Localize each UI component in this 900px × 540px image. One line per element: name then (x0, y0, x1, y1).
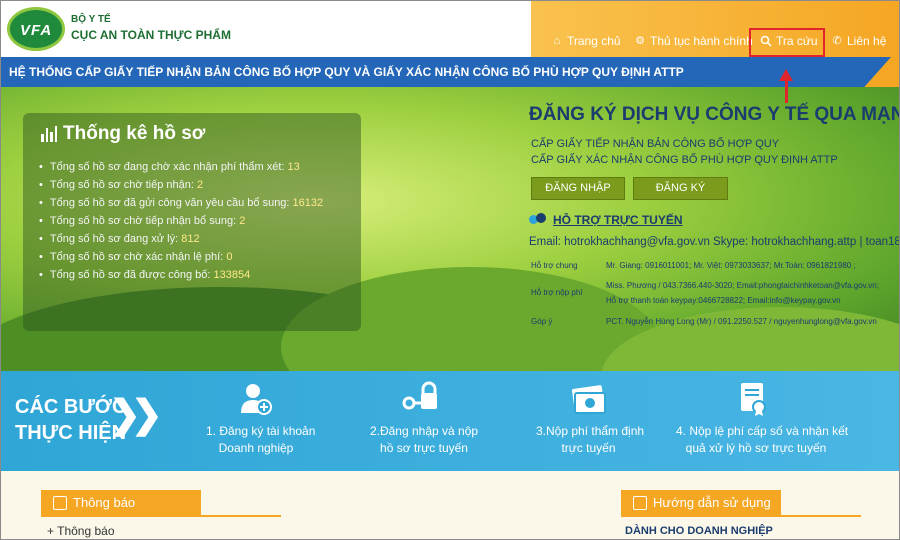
guide-tab[interactable]: Hướng dẫn sử dụng (621, 490, 781, 516)
stat-label: Tổng số hồ sơ đang xử lý: (49, 233, 179, 245)
step-3-line-1: 3.Nộp phí thẩm định (536, 424, 645, 438)
step-2-line-1: 2.Đăng nhập và nộp (369, 424, 479, 438)
step-3-line-2: trực tuyến (561, 441, 616, 455)
stat-value: 133854 (213, 269, 251, 281)
money-icon (569, 381, 606, 417)
stat-label: Tổng số hồ sơ chờ tiếp nhận bổ sung: (49, 215, 237, 227)
certificate-icon (735, 381, 771, 417)
step-1-label[interactable]: 1. Đăng ký tài khoản Doanh nghiệp (206, 423, 316, 457)
logo-text: VFA (20, 22, 53, 39)
step-3-label[interactable]: 3.Nộp phí thẩm định trực tuyến (536, 423, 645, 457)
notice-tab[interactable]: Thông báo (41, 490, 201, 516)
register-title: ĐĂNG KÝ DỊCH VỤ CÔNG Y TẾ QUA MẠNG (529, 104, 900, 125)
org-name: CỤC AN TOÀN THỰC PHẨM (71, 28, 231, 42)
register-line-1: CẤP GIẤY TIẾP NHẬN BẢN CÔNG BỐ HỢP QUY (531, 138, 780, 150)
lookup-highlight-box (749, 28, 825, 57)
step-1-line-1: 1. Đăng ký tài khoản (206, 424, 316, 438)
step-4-line-1: 4. Nộp lệ phí cấp số và nhận kết (676, 424, 849, 438)
step-1-line-2: Doanh nghiệp (218, 441, 294, 455)
support-title-link[interactable]: HỖ TRỢ TRỰC TUYẾN (529, 213, 683, 227)
stat-item: Tổng số hồ sơ đang xử lý: 812 (39, 230, 323, 248)
support-people-icon (529, 213, 549, 227)
nav-home-label: Trang chủ (567, 34, 621, 48)
guide-icon (633, 496, 647, 510)
stats-title: Thống kê hồ sơ (41, 123, 205, 145)
notice-tab-label: Thông báo (73, 495, 136, 510)
stat-item: Tổng số hồ sơ chờ tiếp nhận: 2 (39, 176, 323, 194)
support-label-general: Hỗ trợ chung (531, 261, 578, 270)
stat-item: Tổng số hồ sơ chờ tiếp nhận bổ sung: 2 (39, 212, 323, 230)
stat-label: Tổng số hồ sơ chờ tiếp nhận: (49, 179, 194, 191)
support-value-fee-2: Hỗ trợ thanh toán keypay:0466728822; Ema… (606, 296, 841, 305)
step-2-label[interactable]: 2.Đăng nhập và nộp hồ sơ trực tuyến (369, 423, 479, 457)
add-user-icon (238, 381, 274, 417)
support-label-feedback: Góp ý (531, 317, 553, 326)
nav-home[interactable]: ⌂ Trang chủ (551, 34, 621, 48)
step-4-label[interactable]: 4. Nộp lệ phí cấp số và nhận kết quả xử … (676, 423, 849, 457)
stat-label: Tổng số hồ sơ đã được công bố: (49, 269, 211, 281)
stat-value: 13 (287, 161, 300, 173)
bar-chart-icon (41, 126, 57, 142)
settings-icon: ⚙ (635, 35, 645, 47)
step-2-line-2: hồ sơ trực tuyến (380, 441, 468, 455)
support-contact: Email: hotrokhachhang@vfa.gov.vn Skype: … (529, 236, 900, 248)
stat-label: Tổng số hồ sơ chờ xác nhận lệ phí: (49, 251, 224, 263)
ministry-name: BỘ Y TẾ (71, 14, 111, 25)
stat-value: 16132 (292, 197, 324, 209)
stat-value: 2 (197, 179, 204, 191)
support-title-label: HỖ TRỢ TRỰC TUYẾN (553, 213, 683, 227)
support-value-feedback: PCT. Nguyễn Hùng Long (Mr) / 091.2250.52… (606, 317, 877, 326)
stats-title-label: Thống kê hồ sơ (63, 123, 206, 144)
annotation-arrow-line (785, 79, 788, 103)
stats-list: Tổng số hồ sơ đang chờ xác nhận phí thẩm… (39, 158, 323, 284)
nav-contact[interactable]: ✆ Liên hệ (831, 34, 886, 48)
banner-title: HỆ THỐNG CẤP GIẤY TIẾP NHẬN BẢN CÔNG BỐ … (9, 65, 684, 79)
phone-icon: ✆ (832, 35, 842, 47)
signup-button[interactable]: ĐĂNG KÝ (633, 177, 728, 200)
notice-icon (53, 496, 67, 510)
support-label-fee: Hỗ trợ nộp phí (531, 288, 583, 297)
guide-underline (621, 515, 861, 517)
stat-label: Tổng số hồ sơ đã gửi công văn yêu cầu bổ… (49, 197, 290, 209)
stat-value: 2 (239, 215, 246, 227)
guide-tab-label: Hướng dẫn sử dụng (653, 495, 771, 510)
top-nav (531, 1, 899, 57)
nav-contact-label: Liên hệ (847, 34, 887, 48)
guide-subheading: DÀNH CHO DOANH NGHIỆP (625, 525, 773, 537)
step-4-line-2: quả xử lý hồ sơ trực tuyến (685, 441, 827, 455)
vfa-logo[interactable]: VFA (7, 7, 65, 51)
support-value-general: Mr. Giang: 0916011001; Mr. Việt: 0973033… (606, 261, 856, 270)
stat-item: Tổng số hồ sơ đang chờ xác nhận phí thẩm… (39, 158, 323, 176)
double-chevron-icon: ❯❯ (109, 394, 163, 436)
support-value-fee: Miss. Phương / 043.7366.440-3020; Email:… (606, 281, 879, 290)
page: VFA BỘ Y TẾ CỤC AN TOÀN THỰC PHẨM ⌂ Tran… (0, 0, 900, 540)
key-lock-icon (401, 381, 437, 417)
stat-item: Tổng số hồ sơ đã được công bố: 133854 (39, 266, 323, 284)
login-button[interactable]: ĐĂNG NHẬP (531, 177, 625, 200)
stat-item: Tổng số hồ sơ đã gửi công văn yêu cầu bổ… (39, 194, 323, 212)
stat-value: 0 (226, 251, 233, 263)
home-icon: ⌂ (553, 35, 561, 47)
notice-link[interactable]: + Thông báo (47, 524, 115, 538)
stat-label: Tổng số hồ sơ đang chờ xác nhận phí thẩm… (49, 161, 285, 173)
register-line-2: CẤP GIẤY XÁC NHẬN CÔNG BỐ PHÙ HỢP QUY ĐỊ… (531, 154, 838, 166)
stat-item: Tổng số hồ sơ chờ xác nhận lệ phí: 0 (39, 248, 323, 266)
nav-procedures-label: Thủ tục hành chính (650, 34, 753, 48)
nav-procedures[interactable]: ⚙ Thủ tục hành chính (634, 34, 753, 48)
notice-underline (41, 515, 281, 517)
stat-value: 812 (181, 233, 200, 245)
